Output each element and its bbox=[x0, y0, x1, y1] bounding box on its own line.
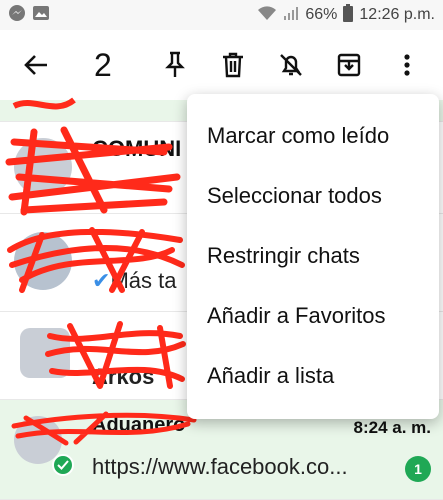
signal-icon bbox=[283, 5, 299, 26]
battery-icon bbox=[343, 3, 354, 27]
archive-button[interactable] bbox=[327, 43, 371, 87]
status-bar: 66% 12:26 p.m. bbox=[0, 0, 443, 30]
menu-item-mark-read[interactable]: Marcar como leído bbox=[187, 106, 439, 166]
avatar bbox=[14, 232, 72, 290]
menu-item-add-to-list[interactable]: Añadir a lista bbox=[187, 346, 439, 406]
trash-icon bbox=[223, 52, 243, 78]
pin-icon bbox=[165, 51, 185, 77]
delete-button[interactable] bbox=[211, 43, 255, 87]
arrow-left-icon bbox=[24, 55, 47, 75]
messenger-icon bbox=[8, 4, 26, 27]
menu-item-restrict-chats[interactable]: Restringir chats bbox=[187, 226, 439, 286]
archive-icon bbox=[337, 53, 361, 77]
group-avatar bbox=[20, 328, 70, 378]
overflow-menu: Marcar como leído Seleccionar todos Rest… bbox=[187, 94, 439, 419]
selection-toolbar: 2 bbox=[0, 30, 443, 100]
more-vert-icon bbox=[404, 54, 410, 76]
clock: 12:26 p.m. bbox=[359, 6, 435, 23]
chat-preview: ✔Más ta bbox=[92, 268, 177, 293]
double-check-icon: ✔ bbox=[92, 268, 111, 293]
avatar bbox=[14, 138, 72, 196]
chat-time: 8:24 a. m. bbox=[353, 418, 432, 437]
wifi-icon bbox=[257, 5, 277, 26]
bell-off-icon bbox=[280, 54, 302, 76]
chat-preview: https://www.facebook.co... bbox=[92, 454, 348, 479]
chat-title: COMUNI bbox=[92, 136, 182, 161]
more-options-button[interactable] bbox=[385, 43, 429, 87]
gallery-icon bbox=[32, 4, 50, 27]
unread-badge: 1 bbox=[405, 456, 431, 482]
battery-percent: 66% bbox=[305, 6, 338, 23]
selected-count: 2 bbox=[94, 46, 112, 83]
menu-item-add-favorites[interactable]: Añadir a Favoritos bbox=[187, 286, 439, 346]
mute-button[interactable] bbox=[269, 43, 313, 87]
back-button[interactable] bbox=[14, 43, 58, 87]
chat-preview: Arkos bbox=[92, 364, 155, 389]
chat-title: Aduanero bbox=[92, 414, 186, 436]
pin-button[interactable] bbox=[153, 43, 197, 87]
menu-item-select-all[interactable]: Seleccionar todos bbox=[187, 166, 439, 226]
selected-check-icon bbox=[52, 454, 74, 476]
